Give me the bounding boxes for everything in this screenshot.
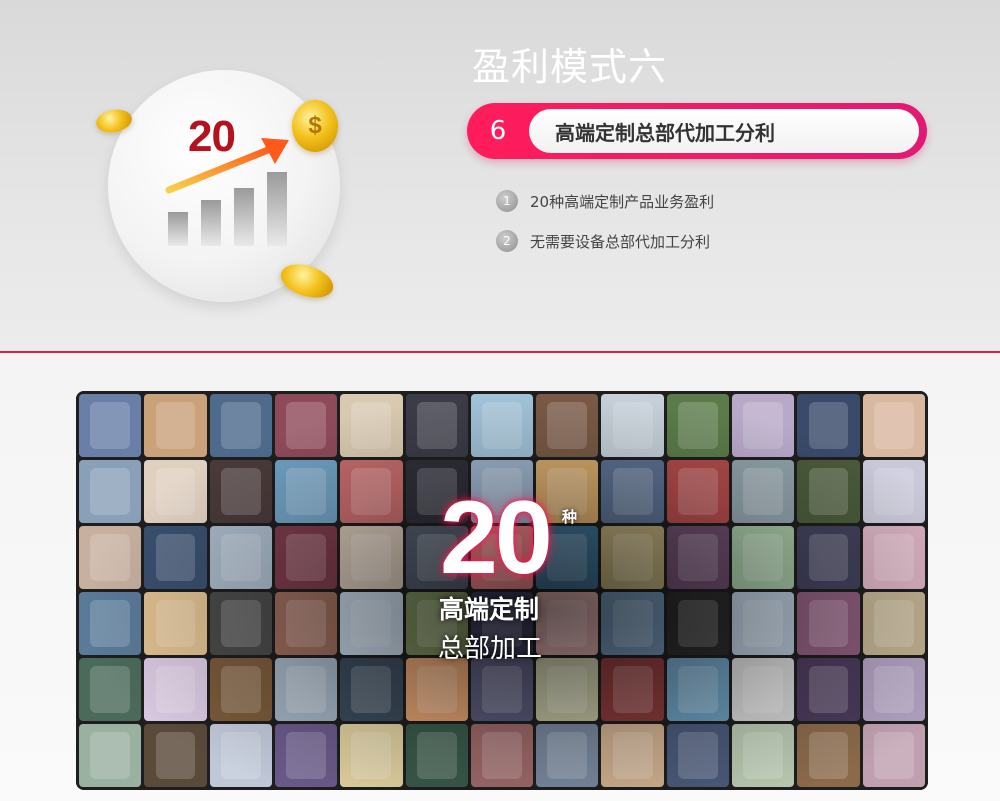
list-item: 2 无需要设备总部代加工分利 [496,230,714,252]
list-item-text: 20种高端定制产品业务盈利 [530,192,715,211]
collage-caption-line2: 总部加工 [438,634,543,664]
model-tag: 6 高端定制总部代加工分利 [467,103,927,159]
model-tag-label: 高端定制总部代加工分利 [529,109,919,153]
collage-caption-line1: 高端定制 [439,595,540,624]
model-tag-number: 6 [489,116,507,146]
points-list: 1 20种高端定制产品业务盈利 2 无需要设备总部代加工分利 [496,190,714,270]
number-badge: 2 [496,230,518,252]
product-count: 20 [440,480,553,596]
number-badge: 1 [496,190,518,212]
model-tag-text: 高端定制总部代加工分利 [555,120,775,145]
list-item: 1 20种高端定制产品业务盈利 [496,190,714,212]
list-item-text: 无需要设备总部代加工分利 [530,232,711,251]
dollar-coin-icon [292,100,338,152]
illustration-number: 20 [188,112,236,161]
product-count-unit: 种 [562,508,578,526]
page-title: 盈利模式六 [472,45,668,89]
